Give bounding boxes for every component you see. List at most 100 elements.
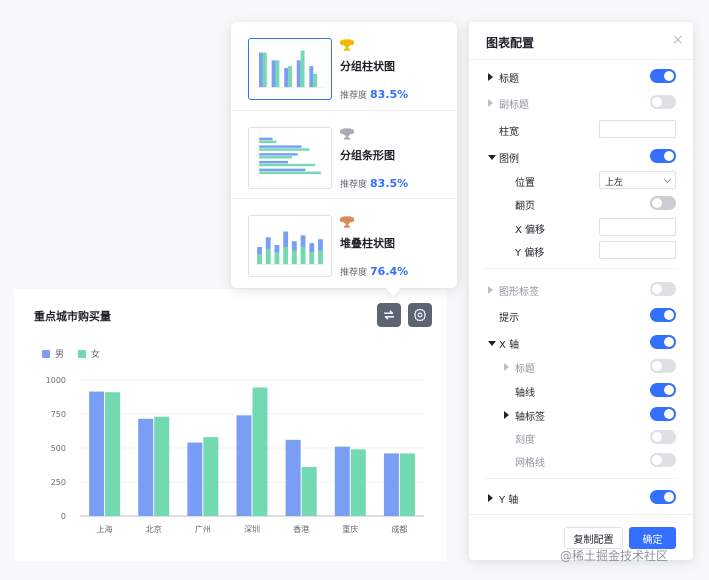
confirm-button[interactable]: 确定 — [629, 527, 676, 549]
bar-female[interactable] — [105, 392, 121, 516]
caret-right-icon[interactable] — [488, 286, 493, 294]
chart-settings-button[interactable] — [408, 303, 432, 327]
config-row-x-axis[interactable]: X 轴 — [469, 333, 693, 353]
bar-female[interactable] — [399, 453, 415, 516]
config-row-legend-y-offset[interactable]: Y 偏移 — [469, 241, 693, 261]
silver-trophy-icon — [340, 128, 354, 140]
legend-toggle[interactable] — [650, 149, 676, 163]
subtitle-toggle[interactable] — [650, 95, 676, 109]
y-tick-label: 1000 — [46, 376, 66, 385]
config-row-label: 翻页 — [515, 201, 535, 212]
tooltip-toggle[interactable] — [650, 308, 676, 322]
switch-chart-button[interactable] — [377, 303, 401, 327]
config-row-label: Y 轴 — [499, 495, 519, 506]
score-label: 推荐度 — [340, 268, 368, 278]
y-tick-label: 750 — [51, 410, 66, 419]
shape-label-toggle[interactable] — [650, 282, 676, 296]
config-row-legend-position[interactable]: 位置 上左 — [469, 171, 693, 191]
caret-right-icon[interactable] — [488, 494, 493, 502]
x-axis-grid-toggle[interactable] — [650, 453, 676, 467]
score-value: 83.5% — [370, 177, 409, 190]
x-tick-label: 重庆 — [342, 524, 358, 534]
chart-config-panel: 图表配置 × 标题 副标题 柱宽 图例 位置 上左 翻页 X 偏移 Y 偏移 图形标签 提示 X 轴标… — [469, 22, 693, 560]
config-row-y-axis[interactable]: Y 轴 — [469, 488, 693, 508]
title-toggle[interactable] — [650, 69, 676, 83]
config-row-title[interactable]: 标题 — [469, 67, 693, 87]
copy-config-button[interactable]: 复制配置 — [564, 527, 623, 549]
legend-x-offset-input[interactable] — [599, 218, 676, 236]
bar-female[interactable] — [252, 387, 268, 516]
config-row-legend-paging[interactable]: 翻页 — [469, 194, 693, 214]
bar-male[interactable] — [138, 418, 154, 516]
caret-right-icon[interactable] — [488, 73, 493, 81]
config-row-bar-width[interactable]: 柱宽 — [469, 120, 693, 140]
caret-right-icon[interactable] — [504, 363, 509, 371]
config-row-x-axis-title[interactable]: 标题 — [469, 357, 693, 377]
legend-swatch-female — [78, 349, 87, 358]
recommendation-name: 分组条形图 — [340, 149, 395, 162]
toggle-knob — [664, 409, 674, 419]
caret-right-icon[interactable] — [488, 99, 493, 107]
y-axis-toggle[interactable] — [650, 490, 676, 504]
caret-down-icon[interactable] — [488, 341, 496, 346]
recommendation-grouped-bar[interactable]: 分组条形图 推荐度 83.5% — [231, 110, 457, 196]
config-row-shape-label[interactable]: 图形标签 — [469, 280, 693, 300]
config-row-label: 标题 — [499, 74, 519, 85]
bar-female[interactable] — [301, 467, 317, 516]
legend-item-male[interactable]: 男 — [42, 347, 64, 360]
legend-position-select[interactable]: 上左 — [599, 171, 676, 189]
legend-paging-toggle[interactable] — [650, 196, 676, 210]
x-tick-label: 成都 — [391, 524, 407, 534]
config-row-x-axis-line[interactable]: 轴线 — [469, 381, 693, 401]
config-row-label: 标题 — [515, 364, 535, 375]
config-row-tooltip[interactable]: 提示 — [469, 306, 693, 326]
legend-item-female[interactable]: 女 — [78, 347, 100, 360]
config-row-legend-x-offset[interactable]: X 偏移 — [469, 218, 693, 238]
x-axis-label-toggle[interactable] — [650, 407, 676, 421]
x-axis-tick-toggle[interactable] — [650, 430, 676, 444]
config-row-label: 轴线 — [515, 388, 535, 399]
grouped-column-thumbnail — [248, 38, 332, 100]
recommendation-score: 推荐度 83.5% — [340, 177, 408, 190]
caret-down-icon[interactable] — [488, 155, 496, 160]
divider — [483, 268, 679, 269]
x-axis-toggle[interactable] — [650, 335, 676, 349]
bar-male[interactable] — [187, 442, 203, 516]
bar-male[interactable] — [334, 446, 350, 516]
recommendation-stacked-column[interactable]: 堆叠柱状图 推荐度 76.4% — [231, 198, 457, 284]
x-axis-line-toggle[interactable] — [650, 383, 676, 397]
toggle-knob — [664, 71, 674, 81]
recommendation-score: 推荐度 83.5% — [340, 88, 408, 101]
y-tick-label: 250 — [51, 478, 66, 487]
config-row-x-axis-label[interactable]: 轴标签 — [469, 405, 693, 425]
config-row-label: 副标题 — [499, 100, 529, 111]
bar-male[interactable] — [236, 415, 252, 516]
bar-male[interactable] — [285, 439, 301, 516]
legend-y-offset-input[interactable] — [599, 241, 676, 259]
config-row-subtitle[interactable]: 副标题 — [469, 93, 693, 113]
toggle-knob — [664, 151, 674, 161]
bar-female[interactable] — [154, 416, 170, 516]
chart-recommendation-popover: 分组柱状图 推荐度 83.5% 分组条形图 推荐度 83.5% 堆叠柱状图 推荐… — [231, 22, 457, 288]
config-row-legend[interactable]: 图例 — [469, 147, 693, 167]
recommendation-grouped-column[interactable]: 分组柱状图 推荐度 83.5% — [231, 22, 457, 108]
toggle-knob — [664, 310, 674, 320]
config-row-label: 位置 — [515, 178, 535, 189]
config-row-label: 轴标签 — [515, 412, 545, 423]
recommendation-name: 分组柱状图 — [340, 60, 395, 73]
bar-female[interactable] — [203, 437, 219, 516]
x-axis-title-toggle[interactable] — [650, 359, 676, 373]
bar-female[interactable] — [350, 449, 366, 516]
close-icon[interactable]: × — [672, 33, 684, 47]
config-row-label: 网格线 — [515, 458, 545, 469]
caret-right-icon[interactable] — [504, 411, 509, 419]
chevron-down-icon — [663, 175, 672, 184]
bar-width-input[interactable] — [599, 120, 676, 138]
chart-card: 0 250 500 750 1000 上海 北京 广州 深圳 香港 重庆 成都 重点城市购买量 男 女 — [14, 289, 446, 561]
bar-male[interactable] — [383, 453, 399, 516]
config-row-x-axis-grid[interactable]: 网格线 — [469, 451, 693, 471]
toggle-knob — [652, 361, 662, 371]
bar-male[interactable] — [89, 391, 105, 516]
config-row-label: 刻度 — [515, 435, 535, 446]
config-row-x-axis-tick[interactable]: 刻度 — [469, 428, 693, 448]
